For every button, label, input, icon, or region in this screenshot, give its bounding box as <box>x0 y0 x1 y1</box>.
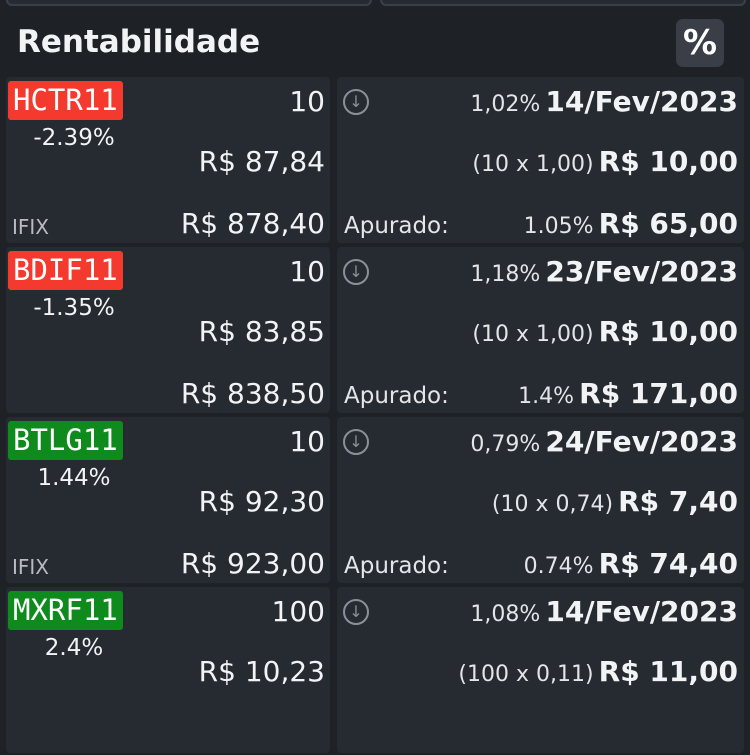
apurado-label: Apurado: <box>344 383 449 409</box>
dividend-calculation: (10 x 0,74) <box>491 492 614 517</box>
ticker-badge[interactable]: HCTR11 <box>8 81 123 120</box>
dividend-card[interactable]: ↓ 1,08% 14/Fev/2023 (100 x 0,11) R$ 11,0… <box>337 587 744 753</box>
unit-price: R$ 83,85 <box>198 315 325 348</box>
asset-row[interactable]: BTLG11 1.44% 10 R$ 92,30 IFIX R$ 923,00 … <box>0 417 750 585</box>
payment-date-line: 1,08% 14/Fev/2023 <box>470 595 738 628</box>
ticker-badge[interactable]: BTLG11 <box>8 421 123 460</box>
quantity: 10 <box>289 425 325 458</box>
index-tag: IFIX <box>12 555 50 579</box>
dividend-card[interactable]: ↓ 0,79% 24/Fev/2023 (10 x 0,74) R$ 7,40 … <box>337 417 744 583</box>
asset-row[interactable]: BDIF11 -1.35% 10 R$ 83,85 R$ 838,50 ↓ 1,… <box>0 247 750 415</box>
dividend-amount: R$ 10,00 <box>598 315 738 348</box>
dividend-amount: R$ 10,00 <box>598 145 738 178</box>
apurado-total: R$ 74,40 <box>598 547 738 580</box>
index-tag: IFIX <box>12 215 50 239</box>
rentabilidade-header: Rentabilidade % <box>0 14 750 76</box>
asset-row[interactable]: MXRF11 2.4% 100 R$ 10,23 ↓ 1,08% 14/Fev/… <box>0 587 750 755</box>
quantity: 10 <box>289 255 325 288</box>
percent-icon: % <box>682 23 718 63</box>
previous-card-left <box>6 0 372 6</box>
apurado-line: 1.05% R$ 65,00 <box>524 207 738 240</box>
apurado-total: R$ 65,00 <box>598 207 738 240</box>
position-total: R$ 923,00 <box>180 547 325 580</box>
download-icon[interactable]: ↓ <box>343 89 369 115</box>
dividend-yield: 1,02% <box>470 92 541 117</box>
daily-change: -1.35% <box>33 295 115 321</box>
payment-date: 23/Fev/2023 <box>545 255 738 288</box>
dividend-card[interactable]: ↓ 1,02% 14/Fev/2023 (10 x 1,00) R$ 10,00… <box>337 77 744 243</box>
unit-price: R$ 10,23 <box>198 655 325 688</box>
payment-date-line: 1,02% 14/Fev/2023 <box>470 85 738 118</box>
section-title: Rentabilidade <box>17 24 261 60</box>
ticker-badge[interactable]: MXRF11 <box>8 591 123 630</box>
asset-position-card[interactable]: HCTR11 -2.39% 10 R$ 87,84 IFIX R$ 878,40 <box>6 77 330 243</box>
dividend-calc-line: (100 x 0,11) R$ 11,00 <box>458 655 738 688</box>
percent-toggle-button[interactable]: % <box>676 19 724 67</box>
payment-date-line: 0,79% 24/Fev/2023 <box>470 425 738 458</box>
download-icon[interactable]: ↓ <box>343 599 369 625</box>
previous-section-edge <box>0 0 750 10</box>
unit-price: R$ 92,30 <box>198 485 325 518</box>
ticker-badge[interactable]: BDIF11 <box>8 251 123 290</box>
asset-position-card[interactable]: BTLG11 1.44% 10 R$ 92,30 IFIX R$ 923,00 <box>6 417 330 583</box>
dividend-calculation: (10 x 1,00) <box>472 322 594 347</box>
position-total: R$ 878,40 <box>180 207 325 240</box>
asset-position-card[interactable]: BDIF11 -1.35% 10 R$ 83,85 R$ 838,50 <box>6 247 330 413</box>
dividend-amount: R$ 11,00 <box>598 655 738 688</box>
dividend-calculation: (100 x 0,11) <box>458 662 594 687</box>
download-icon[interactable]: ↓ <box>343 429 369 455</box>
payment-date-line: 1,18% 23/Fev/2023 <box>470 255 738 288</box>
dividend-calc-line: (10 x 1,00) R$ 10,00 <box>472 315 738 348</box>
payment-date: 14/Fev/2023 <box>545 85 738 118</box>
payment-date: 24/Fev/2023 <box>545 425 738 458</box>
apurado-label: Apurado: <box>344 553 449 579</box>
dividend-calculation: (10 x 1,00) <box>472 152 594 177</box>
asset-position-card[interactable]: MXRF11 2.4% 100 R$ 10,23 <box>6 587 330 753</box>
apurado-percent: 1.4% <box>518 384 575 409</box>
dividend-yield: 0,79% <box>470 432 541 457</box>
daily-change: 1.44% <box>37 465 111 491</box>
asset-row[interactable]: HCTR11 -2.39% 10 R$ 87,84 IFIX R$ 878,40… <box>0 77 750 245</box>
apurado-label: Apurado: <box>344 213 449 239</box>
apurado-total: R$ 171,00 <box>579 377 738 410</box>
dividend-amount: R$ 7,40 <box>618 485 738 518</box>
apurado-line: 0.74% R$ 74,40 <box>524 547 738 580</box>
quantity: 100 <box>271 595 325 628</box>
daily-change: 2.4% <box>44 635 104 661</box>
daily-change: -2.39% <box>33 125 115 151</box>
apurado-line: 1.4% R$ 171,00 <box>518 377 738 410</box>
dividend-calc-line: (10 x 1,00) R$ 10,00 <box>472 145 738 178</box>
payment-date: 14/Fev/2023 <box>545 595 738 628</box>
download-icon[interactable]: ↓ <box>343 259 369 285</box>
apurado-percent: 1.05% <box>523 214 594 239</box>
dividend-yield: 1,18% <box>470 262 541 287</box>
dividend-yield: 1,08% <box>470 602 541 627</box>
position-total: R$ 838,50 <box>180 377 325 410</box>
dividend-card[interactable]: ↓ 1,18% 23/Fev/2023 (10 x 1,00) R$ 10,00… <box>337 247 744 413</box>
apurado-percent: 0.74% <box>523 554 594 579</box>
previous-card-right <box>380 0 746 6</box>
quantity: 10 <box>289 85 325 118</box>
unit-price: R$ 87,84 <box>198 145 325 178</box>
dividend-calc-line: (10 x 0,74) R$ 7,40 <box>492 485 738 518</box>
